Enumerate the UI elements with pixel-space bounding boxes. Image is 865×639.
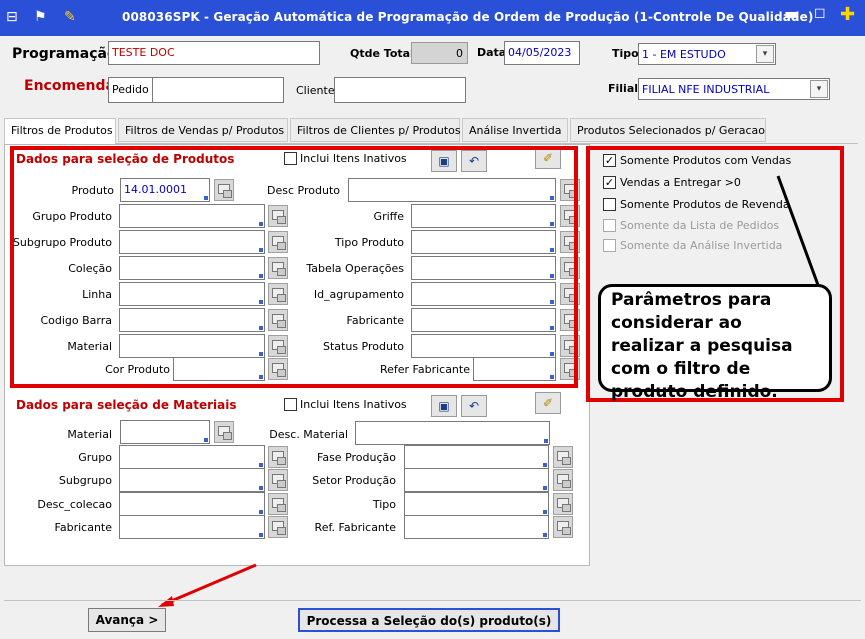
- processa-button[interactable]: Processa a Seleção do(s) produto(s): [298, 608, 560, 632]
- avanca-arrow-line: [161, 563, 257, 607]
- avanca-arrow-head: [158, 596, 174, 607]
- callout-pointer: [776, 175, 820, 286]
- footer-divider: [4, 600, 861, 601]
- callout-box: Parâmetros para considerar ao realizar a…: [598, 284, 832, 402]
- avanca-button[interactable]: Avança >: [88, 608, 166, 632]
